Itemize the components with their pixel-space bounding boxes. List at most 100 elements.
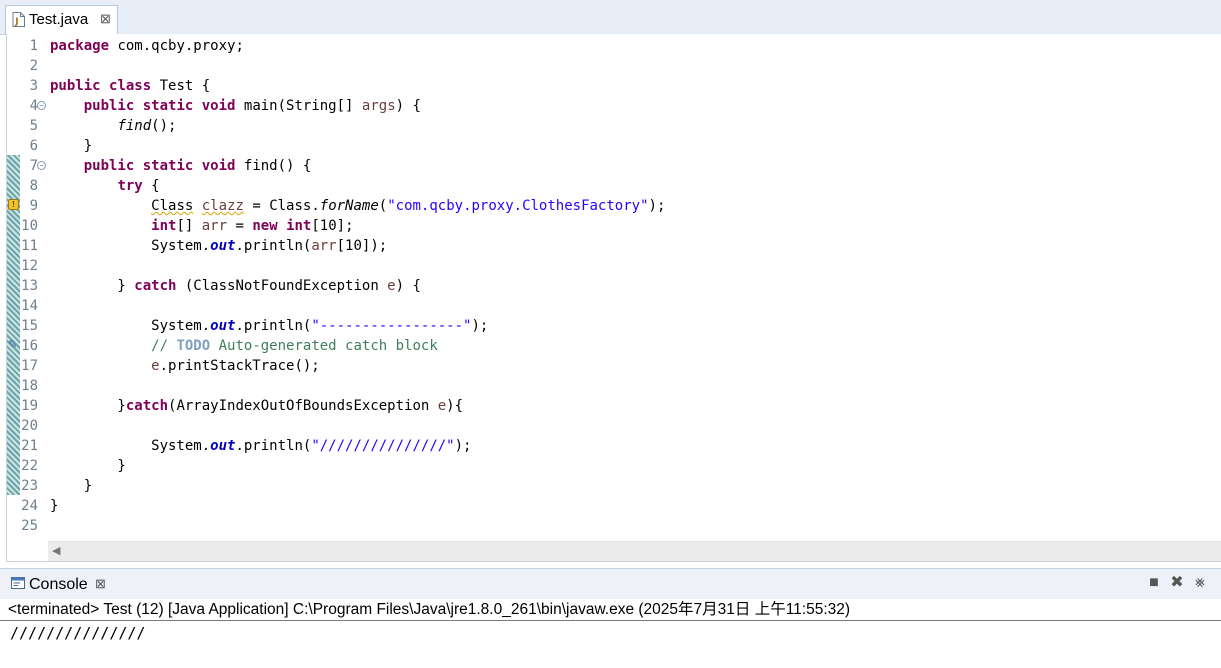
code-token: = Class. [243,198,320,214]
code-line[interactable]: 14 [0,296,1221,316]
code-line[interactable]: 18 [0,376,1221,396]
line-number: 8 [29,178,38,194]
code-line[interactable]: 5 find(); [0,116,1221,136]
code-token: find() { [235,158,312,174]
code-token: package [50,38,110,54]
code-text: } [50,136,92,156]
close-icon[interactable]: ⊠ [100,10,111,28]
horizontal-scrollbar[interactable]: ◀ [48,541,1221,561]
line-number: 6 [29,138,38,154]
scroll-left-icon[interactable]: ◀ [52,544,60,559]
code-text: System.out.println(arr[10]); [50,236,387,256]
code-line[interactable]: 10 int[] arr = new int[10]; [0,216,1221,236]
code-line[interactable]: 2 [0,56,1221,76]
code-token: Class [151,198,194,214]
fold-toggle-icon[interactable]: − [37,101,46,110]
code-token: = [227,218,253,234]
code-token: main(String[] [235,98,362,114]
code-line[interactable]: 15 System.out.println("-----------------… [0,316,1221,336]
code-line[interactable]: 13 } catch (ClassNotFoundException e) { [0,276,1221,296]
code-line[interactable]: 12 [0,256,1221,276]
console-icon [11,577,25,589]
code-token: TODO [176,338,211,354]
close-icon[interactable]: ⊠ [95,575,106,593]
code-token: public [83,98,135,114]
code-line[interactable]: 4− public static void main(String[] args… [0,96,1221,116]
code-line[interactable]: 11 System.out.println(arr[10]); [0,236,1221,256]
code-token: } [50,498,59,514]
line-number: 25 [21,518,38,534]
code-token: } [50,278,135,294]
code-text: } [50,496,58,516]
code-line[interactable]: 23 } [0,476,1221,496]
line-number: 16 [21,338,38,354]
line-number: 24 [21,498,38,514]
console-tab-bar: Console ⊠ ■ ✖ ⨳ [0,568,1221,599]
code-line[interactable]: 17 e.printStackTrace(); [0,356,1221,376]
code-token: ( [378,198,388,214]
code-line[interactable]: 3 public class Test { [0,76,1221,96]
console-output[interactable]: /////////////// [10,623,145,643]
code-token: catch [134,278,177,294]
console-status: <terminated> Test (12) [Java Application… [8,601,851,618]
code-text: int[] arr = new int[10]; [50,216,353,236]
code-token: try [117,178,143,194]
code-line[interactable]: 8 try { [0,176,1221,196]
code-token: public [83,158,135,174]
console-tab-label[interactable]: Console [29,575,88,595]
code-token: } [50,398,126,414]
line-number: 22 [21,458,38,474]
code-line[interactable]: 25 [0,516,1221,536]
code-text: } catch (ClassNotFoundException e) { [50,276,420,296]
code-line[interactable]: 6 } [0,136,1221,156]
code-token: public [50,78,101,94]
code-token: { [142,178,160,194]
code-token: find [117,118,152,134]
code-line[interactable]: 7− public static void find() { [0,156,1221,176]
fold-toggle-icon[interactable]: − [37,161,46,170]
code-line[interactable]: 22 } [0,456,1221,476]
line-number: 2 [29,58,38,74]
code-token: ) { [395,98,421,114]
code-text: package com.qcby.proxy; [50,36,244,56]
remove-launch-icon[interactable]: ✖ [1168,573,1186,593]
code-line[interactable]: 20 [0,416,1221,436]
code-token: out [210,318,236,334]
terminate-icon[interactable]: ■ [1145,573,1163,593]
line-number: 10 [21,218,38,234]
code-line[interactable]: 21 System.out.println("///////////////")… [0,436,1221,456]
code-token: com.qcby.proxy; [109,38,244,54]
divider [0,620,1221,621]
code-line[interactable]: 16 // TODO Auto-generated catch block [0,336,1221,356]
code-token: static [142,158,194,174]
remove-all-terminated-icon[interactable]: ⨳ [1191,573,1209,593]
code-text: System.out.println("///////////////"); [50,436,471,456]
code-line[interactable]: 19 }catch(ArrayIndexOutOfBoundsException… [0,396,1221,416]
code-line[interactable]: 24} [0,496,1221,516]
tab-test-java[interactable]: J Test.java ⊠ [5,5,118,34]
code-line[interactable]: 9 Class clazz = Class.forName("com.qcby.… [0,196,1221,216]
code-token: args [361,98,396,114]
code-token: new [252,218,278,234]
code-token: "com.qcby.proxy.ClothesFactory" [387,198,649,214]
editor-tab-bar: J Test.java ⊠ [0,0,1221,35]
code-token: } [50,458,126,474]
code-token: void [201,158,236,174]
code-token: void [201,98,236,114]
code-line[interactable]: 1 package com.qcby.proxy; [0,36,1221,56]
code-text: } [50,456,126,476]
code-text: System.out.println("-----------------"); [50,316,488,336]
code-token: catch [125,398,169,414]
code-token: int [151,218,177,234]
code-text: } [50,476,92,496]
code-token: e [387,278,396,294]
code-token: out [210,438,236,454]
svg-text:J: J [14,17,18,27]
